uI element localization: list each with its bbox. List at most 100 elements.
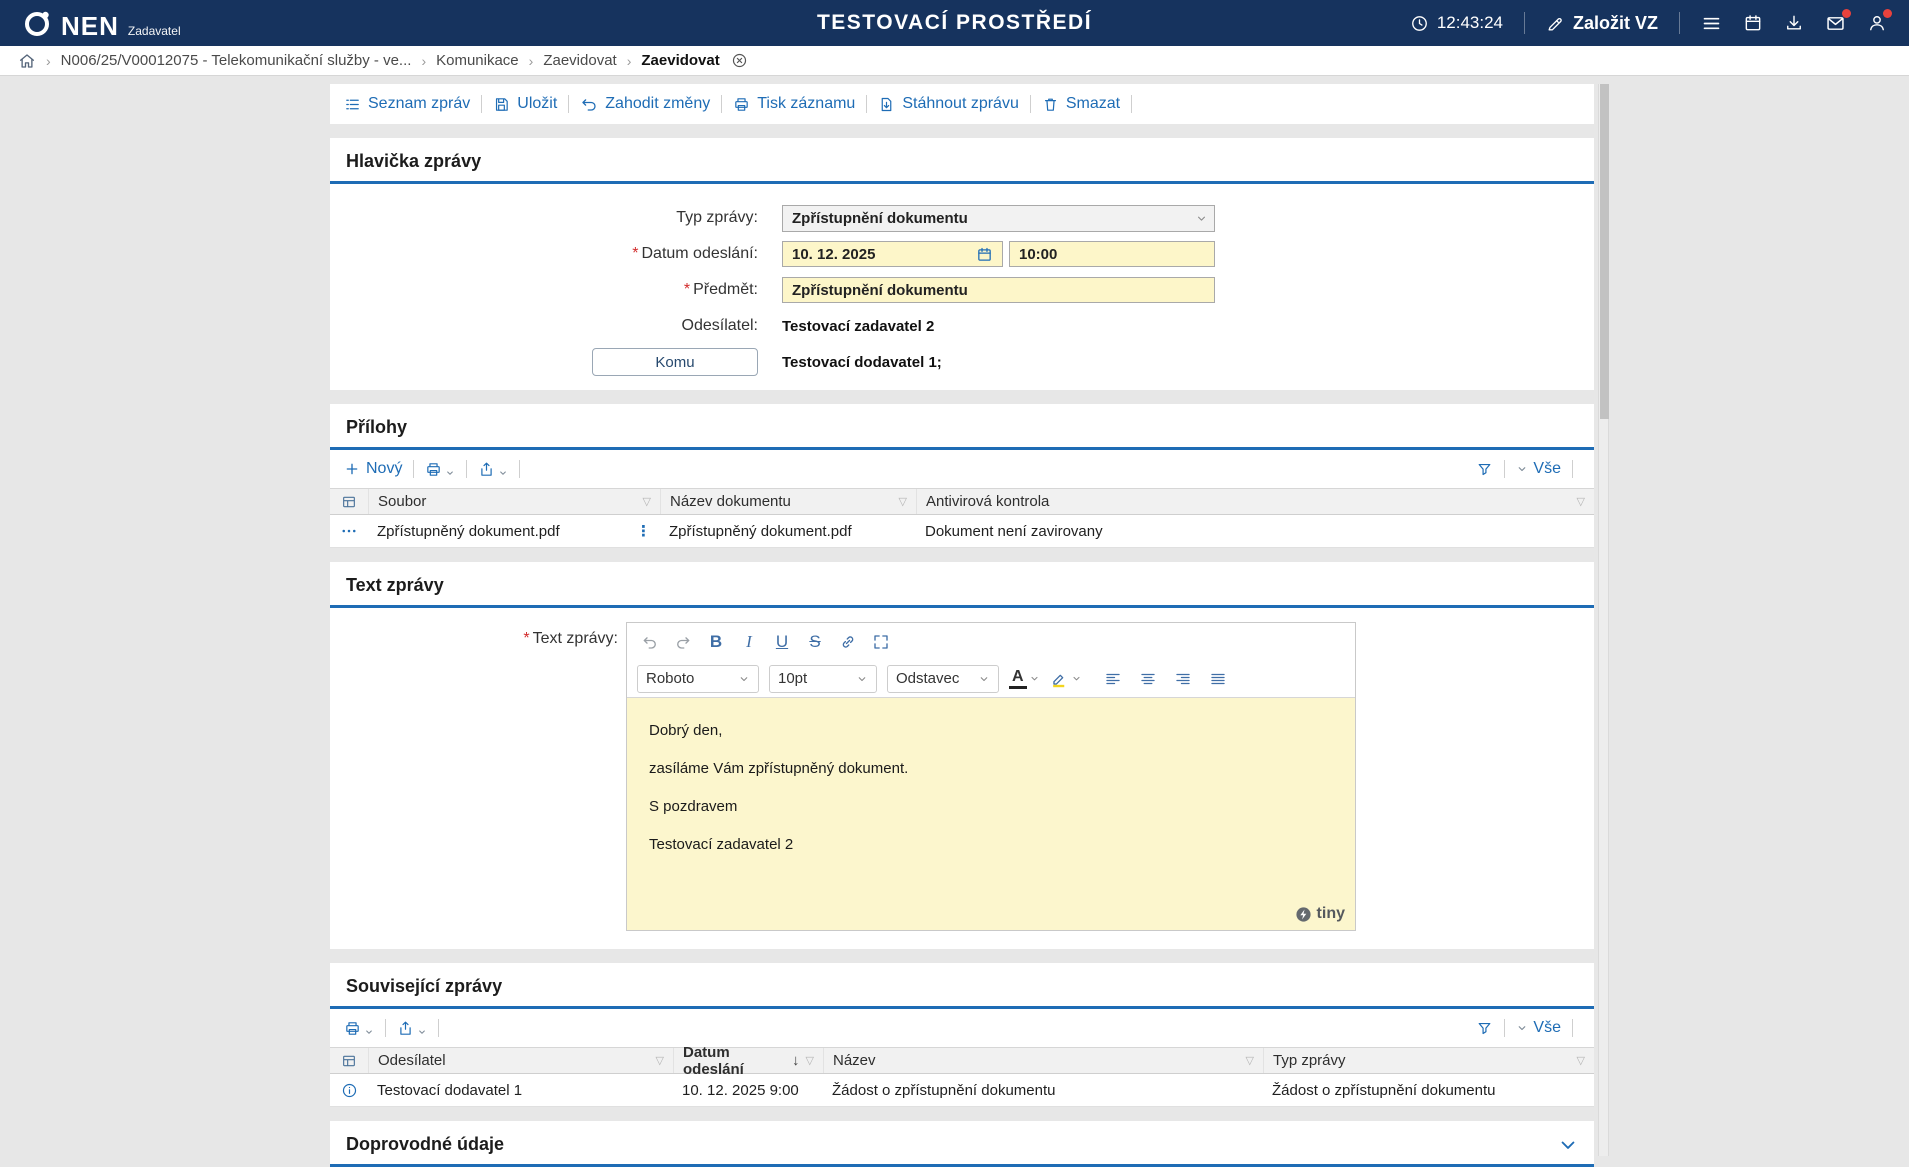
redo-icon bbox=[674, 633, 692, 651]
breadcrumb-item-vz[interactable]: N006/25/V00012075 - Telekomunikační služ… bbox=[61, 52, 412, 69]
delete-icon bbox=[1042, 96, 1059, 113]
column-header-nazev[interactable]: Název▽ bbox=[823, 1048, 1263, 1073]
text-color-icon: A bbox=[1009, 668, 1027, 689]
nen-logo[interactable]: NEN Zadavatel bbox=[22, 8, 181, 38]
filter-chevron-icon[interactable]: ▽ bbox=[656, 1054, 664, 1067]
toolbar-divider bbox=[1030, 95, 1031, 113]
align-right-button[interactable] bbox=[1168, 665, 1198, 693]
tiny-branding[interactable]: tiny bbox=[1295, 905, 1345, 923]
form-row-komu: Komu Testovací dodavatel 1; bbox=[330, 344, 1594, 380]
related-message-row[interactable]: Testovací dodavatel 1 10. 12. 2025 9:00 … bbox=[330, 1074, 1594, 1107]
highlight-color-button[interactable] bbox=[1050, 669, 1082, 688]
table-settings-button[interactable] bbox=[330, 489, 368, 514]
tisk-zaznamu-button[interactable]: Tisk záznamu bbox=[733, 95, 855, 113]
filter-chevron-icon[interactable]: ▽ bbox=[806, 1054, 814, 1067]
new-attachment-button[interactable]: Nový bbox=[344, 460, 402, 478]
filter-chevron-icon[interactable]: ▽ bbox=[1246, 1054, 1254, 1067]
create-vz-button[interactable]: Založit VZ bbox=[1546, 13, 1658, 34]
seznam-zprav-button[interactable]: Seznam zpráv bbox=[344, 95, 470, 113]
column-header-datum-odeslani[interactable]: Datum odeslání↓ ▽ bbox=[673, 1048, 823, 1073]
tiny-logo-icon bbox=[1295, 906, 1312, 923]
insert-link-button[interactable] bbox=[833, 628, 863, 656]
ulozit-button[interactable]: Uložit bbox=[493, 95, 557, 113]
kebab-menu-icon[interactable]: ⋮ bbox=[636, 522, 651, 540]
smazat-button[interactable]: Smazat bbox=[1042, 95, 1120, 113]
editor-toolbar-row1: B I U S bbox=[627, 623, 1355, 660]
odesilatel-label: Odesílatel: bbox=[330, 317, 770, 335]
underline-button[interactable]: U bbox=[767, 628, 797, 656]
datepicker-calendar-icon[interactable] bbox=[976, 246, 993, 263]
home-button[interactable] bbox=[18, 52, 36, 70]
profile-button[interactable] bbox=[1867, 13, 1887, 33]
download-icon bbox=[1784, 13, 1804, 33]
toolbar-divider bbox=[866, 95, 867, 113]
content-scrollbar[interactable] bbox=[1598, 84, 1609, 1156]
print-menu-button[interactable] bbox=[344, 1020, 374, 1037]
column-header-soubor[interactable]: Soubor▽ bbox=[368, 489, 660, 514]
scrollbar-thumb[interactable] bbox=[1600, 84, 1609, 419]
redo-button[interactable] bbox=[668, 628, 698, 656]
breadcrumb-separator: › bbox=[627, 53, 632, 69]
show-all-button[interactable]: Vše bbox=[1533, 460, 1561, 478]
filter-button[interactable] bbox=[1476, 461, 1493, 478]
align-left-icon bbox=[1104, 670, 1122, 688]
breadcrumb-item-zaevidovat[interactable]: Zaevidovat bbox=[543, 52, 616, 69]
font-family-select[interactable]: Roboto bbox=[637, 665, 759, 693]
section-title: Text zprávy bbox=[346, 575, 444, 596]
filter-chevron-icon[interactable]: ▽ bbox=[1577, 1054, 1585, 1067]
text-color-button[interactable]: A bbox=[1009, 668, 1040, 689]
expand-section-button[interactable] bbox=[1558, 1135, 1578, 1155]
column-header-nazev-dokumentu[interactable]: Název dokumentu▽ bbox=[660, 489, 916, 514]
messages-button[interactable] bbox=[1825, 13, 1846, 34]
close-circle-icon bbox=[731, 52, 748, 69]
italic-button[interactable]: I bbox=[734, 628, 764, 656]
datum-odeslani-input[interactable]: 10. 12. 2025 bbox=[782, 241, 1003, 267]
font-size-select[interactable]: 10pt bbox=[769, 665, 877, 693]
bold-button[interactable]: B bbox=[701, 628, 731, 656]
export-menu-button[interactable] bbox=[478, 461, 508, 478]
hamburger-icon bbox=[1701, 13, 1722, 34]
plus-icon bbox=[344, 461, 360, 477]
undo-icon bbox=[641, 633, 659, 651]
filter-chevron-icon[interactable]: ▽ bbox=[1577, 495, 1585, 508]
column-header-odesilatel[interactable]: Odesílatel▽ bbox=[368, 1048, 673, 1073]
close-tab-button[interactable] bbox=[731, 52, 748, 69]
typ-zpravy-select[interactable]: Zpřístupnění dokumentu bbox=[782, 205, 1215, 232]
filter-chevron-icon[interactable]: ▽ bbox=[899, 495, 907, 508]
column-header-typ-zpravy[interactable]: Typ zprávy▽ bbox=[1263, 1048, 1594, 1073]
toolbar-divider bbox=[413, 460, 414, 478]
menu-button[interactable] bbox=[1701, 13, 1722, 34]
filter-chevron-icon[interactable]: ▽ bbox=[643, 495, 651, 508]
table-settings-button[interactable] bbox=[330, 1048, 368, 1073]
stahnout-zpravu-button[interactable]: Stáhnout zprávu bbox=[878, 95, 1019, 113]
align-justify-button[interactable] bbox=[1203, 665, 1233, 693]
predmet-label: *Předmět: bbox=[330, 281, 770, 299]
komu-button[interactable]: Komu bbox=[592, 348, 758, 376]
strikethrough-button[interactable]: S bbox=[800, 628, 830, 656]
print-menu-button[interactable] bbox=[425, 461, 455, 478]
row-options-button[interactable] bbox=[330, 515, 368, 547]
section-title: Související zprávy bbox=[346, 976, 502, 997]
fullscreen-button[interactable] bbox=[866, 628, 896, 656]
align-center-button[interactable] bbox=[1133, 665, 1163, 693]
logo-subtext: Zadavatel bbox=[128, 24, 181, 38]
printer-icon bbox=[425, 461, 442, 478]
zahodit-zmeny-button[interactable]: Zahodit změny bbox=[580, 95, 710, 113]
editor-content-area[interactable]: Dobrý den, zasíláme Vám zpřístupněný dok… bbox=[627, 698, 1355, 930]
section-message-header: Hlavička zprávy Typ zprávy: Zpřístupnění… bbox=[330, 138, 1594, 390]
downloads-button[interactable] bbox=[1784, 13, 1804, 33]
column-header-antivirova-kontrola[interactable]: Antivirová kontrola▽ bbox=[916, 489, 1594, 514]
export-menu-button[interactable] bbox=[397, 1020, 427, 1037]
filter-button[interactable] bbox=[1476, 1020, 1493, 1037]
toolbar-divider bbox=[1572, 460, 1573, 478]
block-format-select[interactable]: Odstavec bbox=[887, 665, 999, 693]
show-all-button[interactable]: Vše bbox=[1533, 1019, 1561, 1037]
cas-odeslani-input[interactable]: 10:00 bbox=[1009, 241, 1215, 267]
attachment-row[interactable]: Zpřístupněný dokument.pdf ⋮ Zpřístupněný… bbox=[330, 515, 1594, 548]
align-left-button[interactable] bbox=[1098, 665, 1128, 693]
undo-button[interactable] bbox=[635, 628, 665, 656]
calendar-button[interactable] bbox=[1743, 13, 1763, 33]
predmet-input[interactable]: Zpřístupnění dokumentu bbox=[782, 277, 1215, 303]
row-detail-button[interactable] bbox=[330, 1074, 368, 1106]
breadcrumb-item-komunikace[interactable]: Komunikace bbox=[436, 52, 519, 69]
